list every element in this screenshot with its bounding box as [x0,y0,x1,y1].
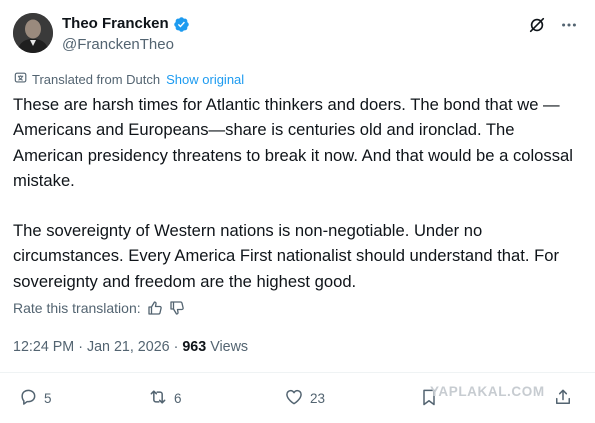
post-paragraph: The sovereignty of Western nations is no… [13,221,559,291]
post-meta: 12:24 PM · Jan 21, 2026 · 963 Views [13,338,248,357]
thumbs-down-icon[interactable] [169,300,185,316]
post-header: Theo Francken @FranckenTheo [13,13,582,57]
views-count: 963 [182,339,207,355]
thumbs-up-icon[interactable] [147,300,163,316]
post-time[interactable]: 12:24 PM [13,339,74,355]
translation-notice: Translated from Dutch Show original [14,71,244,89]
rate-translation-label: Rate this translation: [13,300,141,316]
more-icon[interactable] [560,16,578,34]
like-button[interactable]: 23 [284,387,325,410]
avatar[interactable] [13,13,53,53]
bookmark-icon [419,387,439,410]
repost-count: 6 [174,391,182,406]
meta-separator: · [78,339,83,355]
like-icon [284,387,304,410]
post-text: These are harsh times for Atlantic think… [13,92,585,294]
header-actions [528,16,578,34]
share-button[interactable] [553,387,573,410]
translated-label: Translated from Dutch [32,72,161,87]
rate-translation: Rate this translation: [13,299,185,317]
post-paragraph: These are harsh times for Atlantic think… [13,95,573,190]
post-date[interactable]: Jan 21, 2026 [87,339,170,355]
author-block: Theo Francken @FranckenTheo [62,14,190,55]
share-icon [553,387,573,410]
repost-button[interactable]: 6 [148,387,182,410]
bookmark-button[interactable] [419,387,439,410]
action-bar: 5 6 23 [0,387,595,411]
author-name[interactable]: Theo Francken [62,14,169,34]
reply-icon [18,387,38,410]
reply-count: 5 [44,391,52,406]
divider [0,372,595,373]
like-count: 23 [310,391,326,406]
verified-badge-icon [173,16,190,33]
repost-icon [148,387,168,410]
show-original-link[interactable]: Show original [166,72,244,88]
views-label: Views [210,339,249,355]
author-handle[interactable]: @FranckenTheo [62,35,190,55]
reply-button[interactable]: 5 [18,387,52,410]
meta-separator: · [173,339,179,355]
translate-icon [14,71,28,89]
grok-icon[interactable] [528,16,546,34]
